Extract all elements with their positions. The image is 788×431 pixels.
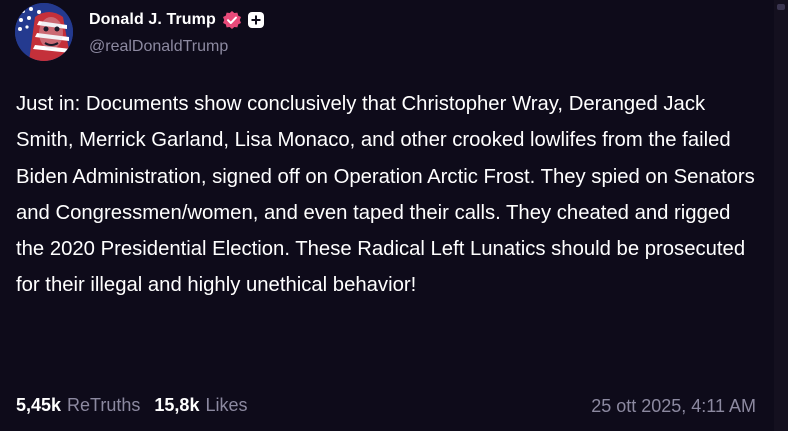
- post-header: Donald J. Trump @realDonaldTrump: [89, 9, 264, 56]
- user-handle[interactable]: @realDonaldTrump: [89, 38, 264, 56]
- retruths-count: 5,45k: [16, 395, 62, 415]
- likes-count: 15,8k: [154, 395, 200, 415]
- post-stats: 5,45k ReTruths 15,8k Likes: [16, 395, 247, 416]
- post-card: Donald J. Trump @realDonaldTrump Just in…: [0, 0, 788, 431]
- display-name[interactable]: Donald J. Trump: [89, 11, 216, 29]
- retruths-stat[interactable]: 5,45k ReTruths: [16, 395, 140, 416]
- likes-stat[interactable]: 15,8k Likes: [154, 395, 247, 416]
- avatar[interactable]: [15, 3, 73, 61]
- verified-badge-icon: [222, 10, 242, 30]
- flag-face-avatar-icon: [15, 3, 73, 61]
- name-row: Donald J. Trump: [89, 9, 264, 31]
- scrollbar[interactable]: [774, 0, 788, 431]
- post-timestamp[interactable]: 25 ott 2025, 4:11 AM: [591, 396, 756, 417]
- retruths-label: ReTruths: [67, 395, 141, 415]
- scrollbar-thumb[interactable]: [777, 4, 785, 10]
- post-text: Just in: Documents show conclusively tha…: [16, 93, 755, 297]
- likes-label: Likes: [205, 395, 248, 415]
- plus-badge-icon: [247, 12, 264, 28]
